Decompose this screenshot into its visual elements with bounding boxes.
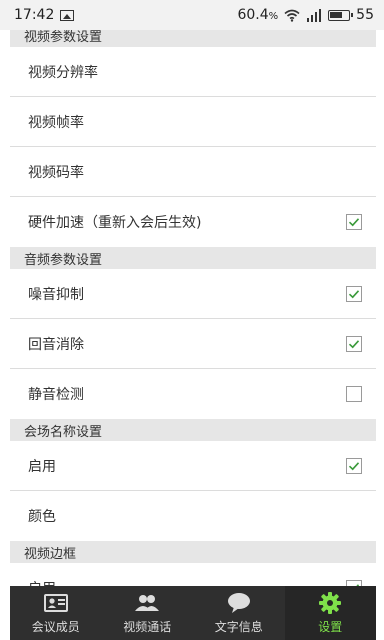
row-hardware-acceleration[interactable]: 硬件加速（重新入会后生效) [10, 197, 376, 247]
row-label: 颜色 [28, 509, 56, 525]
row-label: 视频码率 [28, 164, 84, 181]
row-video-framerate[interactable]: 视频帧率 [10, 97, 376, 147]
battery-icon [328, 9, 354, 21]
tab-meeting-members[interactable]: 会议成员 [10, 586, 102, 640]
chat-bubble-icon [226, 592, 252, 614]
section-header-audio-params: 音频参数设置 [10, 247, 376, 269]
status-right: 60.4% 55 [237, 7, 374, 23]
row-video-border-enable[interactable]: 启用 [10, 563, 376, 586]
tab-label: 会议成员 [31, 619, 80, 634]
row-label: 硬件加速（重新入会后生效) [28, 215, 202, 231]
row-label: 视频帧率 [28, 114, 84, 131]
row-echo-cancellation[interactable]: 回音消除 [10, 319, 376, 369]
tab-label: 文字信息 [214, 619, 263, 634]
silence-detection-checkbox[interactable] [346, 386, 362, 402]
row-silence-detection[interactable]: 静音检测 [10, 369, 376, 419]
tab-label: 视频通话 [123, 619, 172, 634]
cell-signal-icon [307, 8, 322, 22]
checkmark-icon [348, 339, 360, 348]
section-header-video-border: 视频边框 [10, 541, 376, 563]
tab-label: 设置 [318, 619, 343, 634]
checkmark-icon [348, 289, 360, 298]
checkmark-icon [348, 218, 360, 227]
data-rate: 60.4% [237, 7, 279, 23]
tab-video-call[interactable]: 视频通话 [102, 586, 194, 640]
row-venue-name-enable[interactable]: 启用 [10, 441, 376, 491]
row-video-resolution[interactable]: 视频分辨率 [10, 47, 376, 97]
venue-name-enable-checkbox[interactable] [346, 457, 362, 474]
tab-settings[interactable]: 设置 [284, 586, 376, 640]
row-venue-name-color[interactable]: 颜色 [10, 491, 376, 541]
noise-suppression-checkbox[interactable] [346, 285, 362, 302]
status-bar: 17:42 60.4% 55 [0, 0, 384, 30]
tab-text-messages[interactable]: 文字信息 [193, 586, 285, 640]
battery-level: 55 [356, 7, 374, 23]
row-label: 视频分辨率 [28, 64, 98, 81]
section-header-video-params: 视频参数设置 [10, 30, 376, 47]
row-label: 启用 [28, 578, 346, 586]
row-label: 启用 [28, 458, 56, 475]
hardware-acceleration-checkbox[interactable] [346, 214, 362, 230]
status-time: 17:42 [14, 7, 55, 23]
checkmark-icon [348, 461, 360, 470]
people-icon [134, 592, 160, 614]
gear-icon [317, 591, 343, 614]
wifi-icon [284, 9, 300, 22]
settings-list[interactable]: 视频参数设置 视频分辨率 视频帧率 视频码率 硬件加速（重新入会后生效) 音频参… [10, 30, 376, 586]
echo-cancellation-checkbox[interactable] [346, 335, 362, 352]
row-label: 静音检测 [28, 387, 84, 403]
image-icon [60, 9, 75, 21]
row-noise-suppression[interactable]: 噪音抑制 [10, 269, 376, 319]
section-header-venue-name: 会场名称设置 [10, 419, 376, 441]
row-video-bitrate[interactable]: 视频码率 [10, 147, 376, 197]
member-card-icon [43, 592, 69, 614]
row-label: 回音消除 [28, 336, 84, 353]
row-label: 噪音抑制 [28, 286, 84, 303]
bottom-tab-bar: 会议成员 视频通话 文字信息 设置 [10, 586, 376, 640]
